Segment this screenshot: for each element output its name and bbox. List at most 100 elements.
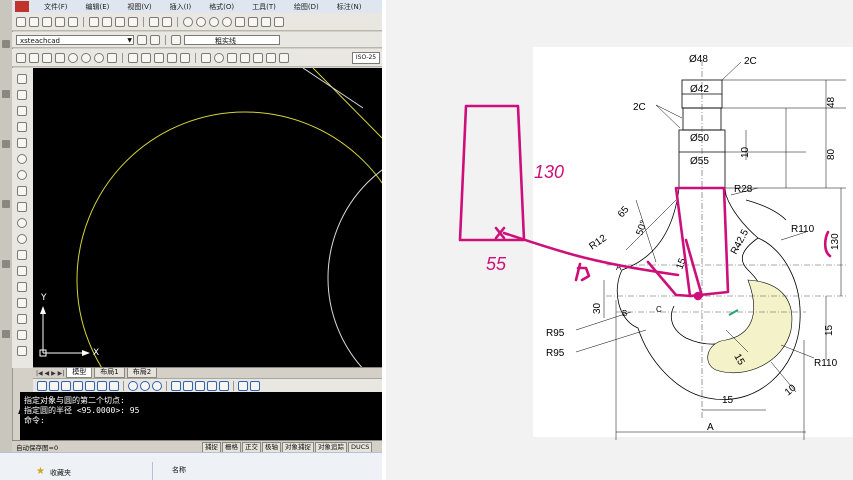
properties-icon[interactable] [235,16,245,27]
spline-icon[interactable] [17,202,27,212]
inspect-icon[interactable] [227,52,237,63]
preview-icon[interactable] [68,16,78,27]
design-center-icon[interactable] [248,16,258,27]
insert-block-icon[interactable] [17,250,27,260]
layer-select[interactable]: 粗实线 [184,34,280,45]
tool-palette-icon[interactable] [261,16,271,27]
quick-dim-icon[interactable] [128,52,138,63]
menu-file[interactable]: 文件(F) [35,2,77,12]
ellipse-icon[interactable] [17,218,27,228]
dim-edit-icon[interactable] [253,52,263,63]
ortho-toggle[interactable]: 正交 [242,441,261,453]
drawing-canvas[interactable]: Y X [33,67,382,449]
tab-layout1[interactable]: 布局1 [94,368,125,378]
command-line[interactable]: 指定对象与圆的第二个切点: 指定圆的半径 <95.0000>: 95 命令: [20,392,382,440]
hatch-icon[interactable] [17,298,27,308]
snap-parallel-icon[interactable] [183,380,193,391]
ellipse-arc-icon[interactable] [17,234,27,244]
osnap-settings-icon[interactable] [250,380,260,391]
snap-tangent-icon[interactable] [152,380,162,391]
copy-icon[interactable] [102,16,112,27]
polygon-icon[interactable] [17,122,27,132]
angular-dim-icon[interactable] [107,52,117,63]
linear-dim-icon[interactable] [16,52,26,63]
zoom-previous-icon[interactable] [222,16,232,27]
command-prompt[interactable]: 命令: [24,416,378,426]
layer-manager-icon[interactable] [171,34,181,45]
text-style-select[interactable]: xsteachcad ▼ [16,34,134,45]
favorites-link[interactable]: 收藏夹 [50,468,71,478]
aligned-dim-icon[interactable] [29,52,39,63]
table-icon[interactable] [17,346,27,356]
match-properties-icon[interactable] [128,16,138,27]
ducs-toggle[interactable]: DUCS [348,441,373,453]
line-icon[interactable] [17,74,27,84]
circle-icon[interactable] [17,170,27,180]
snap-midpoint-icon[interactable] [73,380,83,391]
menu-edit[interactable]: 编辑(E) [77,2,119,12]
menu-tools[interactable]: 工具(T) [243,2,285,12]
dim-break-icon[interactable] [180,52,190,63]
otrack-toggle[interactable]: 对象追踪 [315,441,347,453]
polyline-icon[interactable] [17,106,27,116]
menu-draw[interactable]: 绘图(D) [285,2,328,12]
snap-insert-icon[interactable] [195,380,205,391]
dim-update-icon[interactable] [279,52,289,63]
region-icon[interactable] [17,330,27,340]
osnap-toggle[interactable]: 对象捕捉 [282,441,314,453]
ordinate-icon[interactable] [55,52,65,63]
dim-text-edit-icon[interactable] [266,52,276,63]
snap-nearest-icon[interactable] [219,380,229,391]
snap-center-icon[interactable] [128,380,138,391]
arc-length-icon[interactable] [42,52,52,63]
revcloud-icon[interactable] [17,186,27,196]
text-style-icon[interactable] [137,34,147,45]
calculator-icon[interactable] [274,16,284,27]
snap-perpendicular-icon[interactable] [171,380,181,391]
tab-nav-arrows[interactable]: |◀ ◀ ▶ ▶| [36,370,64,377]
pan-icon[interactable] [183,16,193,27]
point-icon[interactable] [17,282,27,292]
polar-toggle[interactable]: 极轴 [262,441,281,453]
name-column-header[interactable]: 名称 [172,465,186,475]
continue-dim-icon[interactable] [154,52,164,63]
open-file-icon[interactable] [29,16,39,27]
snap-quadrant-icon[interactable] [140,380,150,391]
redo-icon[interactable] [162,16,172,27]
menu-dimension[interactable]: 标注(N) [328,2,371,12]
save-icon[interactable] [42,16,52,27]
tab-model[interactable]: 模型 [66,368,93,378]
make-block-icon[interactable] [17,266,27,276]
dimension-style-icon[interactable] [150,34,160,45]
menu-format[interactable]: 格式(O) [200,2,243,12]
tab-layout2[interactable]: 布局2 [126,368,158,378]
menu-insert[interactable]: 插入(I) [161,2,201,12]
center-mark-icon[interactable] [214,52,224,63]
zoom-window-icon[interactable] [209,16,219,27]
undo-icon[interactable] [149,16,159,27]
snap-intersection-icon[interactable] [85,380,95,391]
grid-toggle[interactable]: 栅格 [222,441,241,453]
zoom-realtime-icon[interactable] [196,16,206,27]
diameter-dim-icon[interactable] [94,52,104,63]
snap-extension-icon[interactable] [109,380,119,391]
construction-line-icon[interactable] [17,90,27,100]
temp-track-icon[interactable] [37,380,47,391]
dim-space-icon[interactable] [167,52,177,63]
snap-apparent-icon[interactable] [97,380,107,391]
jogged-dim-icon[interactable] [81,52,91,63]
paste-icon[interactable] [115,16,125,27]
dim-style-select[interactable]: ISO-25 [352,51,380,64]
snap-from-icon[interactable] [49,380,59,391]
arc-icon[interactable] [17,154,27,164]
jogged-linear-icon[interactable] [240,52,250,63]
new-file-icon[interactable] [16,16,26,27]
snap-node-icon[interactable] [207,380,217,391]
snap-toggle[interactable]: 捕捉 [202,441,221,453]
cut-icon[interactable] [89,16,99,27]
menu-view[interactable]: 视图(V) [118,2,160,12]
rectangle-icon[interactable] [17,138,27,148]
radius-dim-icon[interactable] [68,52,78,63]
print-icon[interactable] [55,16,65,27]
snap-none-icon[interactable] [238,380,248,391]
